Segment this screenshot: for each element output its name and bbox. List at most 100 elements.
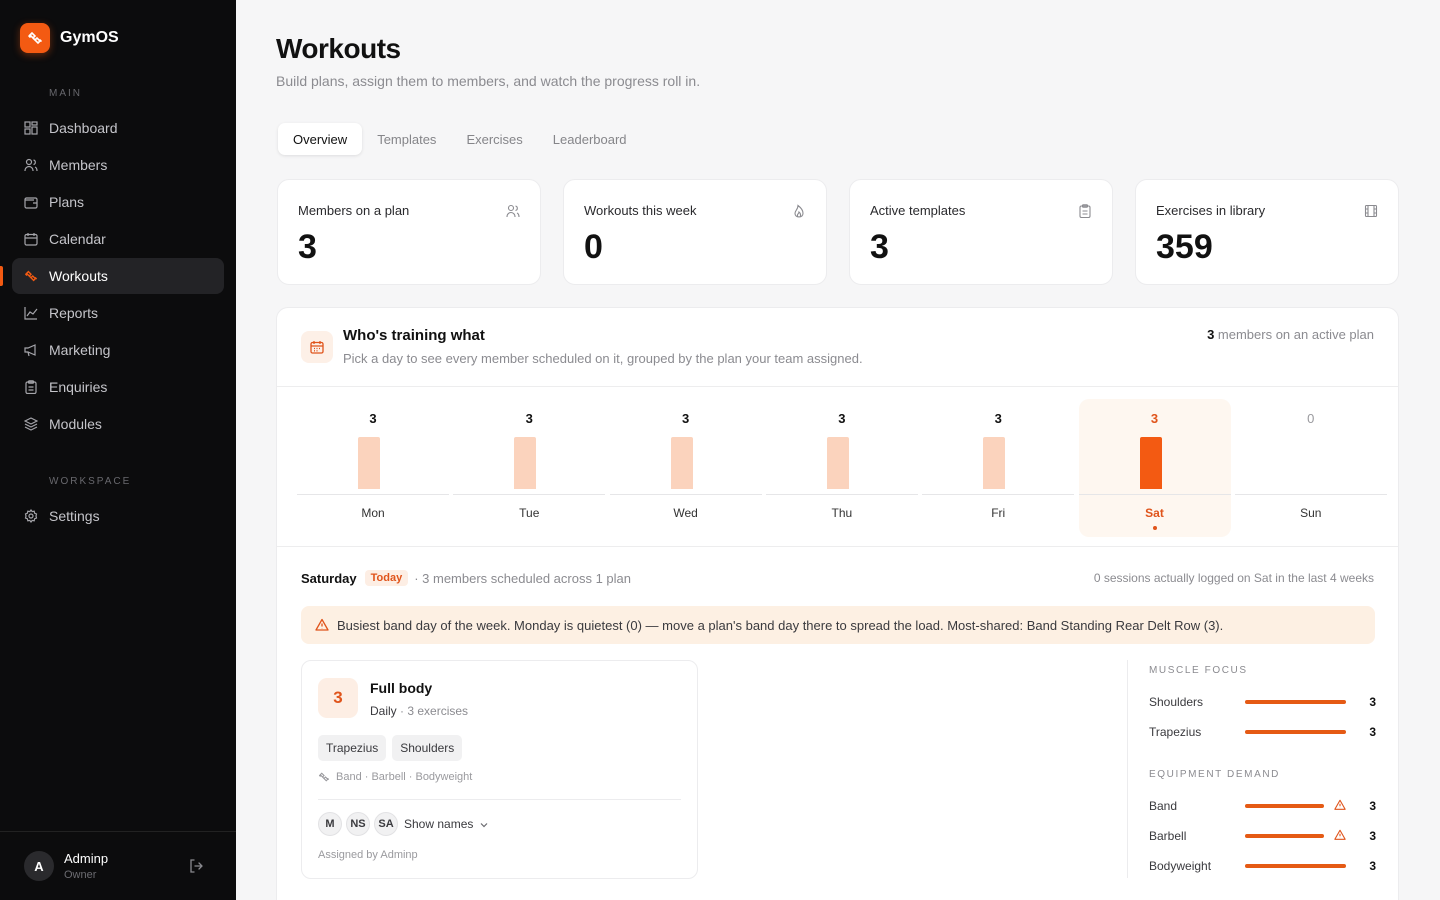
sidebar-item-calendar[interactable]: Calendar xyxy=(12,221,224,257)
chart-line-icon xyxy=(24,306,38,320)
divider xyxy=(318,799,681,800)
layers-icon xyxy=(24,417,38,431)
muscle-focus-title: MUSCLE FOCUS xyxy=(1149,665,1248,676)
divider xyxy=(277,386,1398,387)
metric-value: 3 xyxy=(1369,799,1376,813)
day-bar xyxy=(358,437,380,489)
day-baseline xyxy=(297,494,449,495)
sidebar-item-label: Marketing xyxy=(49,342,111,358)
sidebar-item-settings[interactable]: Settings xyxy=(12,498,224,534)
user-footer: A Adminp Owner xyxy=(0,831,236,900)
muscle-chip: Shoulders xyxy=(392,735,463,761)
sidebar-item-workouts[interactable]: Workouts xyxy=(12,258,224,294)
day-fri[interactable]: 3 Fri xyxy=(922,399,1075,537)
warning-icon xyxy=(1334,829,1346,841)
metric-label: Shoulders xyxy=(1149,695,1204,709)
day-wed[interactable]: 3 Wed xyxy=(609,399,762,537)
metric-row: Band 3 xyxy=(1149,798,1376,814)
stat-value: 359 xyxy=(1156,228,1213,266)
dumbbell-icon xyxy=(24,269,38,283)
metric-value: 3 xyxy=(1369,829,1376,843)
metric-label: Trapezius xyxy=(1149,725,1202,739)
member-avatar[interactable]: M xyxy=(318,812,342,836)
page-title: Workouts xyxy=(276,33,401,64)
day-baseline xyxy=(1078,494,1231,495)
day-count: 3 xyxy=(994,411,1002,426)
sidebar-item-marketing[interactable]: Marketing xyxy=(12,332,224,368)
active-indicator xyxy=(0,266,3,286)
tab-overview[interactable]: Overview xyxy=(278,123,363,155)
plan-equipment: Band · Barbell · Bodyweight xyxy=(318,771,472,783)
day-thu[interactable]: 3 Thu xyxy=(765,399,918,537)
day-label: Fri xyxy=(991,506,1006,520)
day-baseline xyxy=(453,494,606,495)
stat-value: 0 xyxy=(584,228,603,266)
selected-day: Saturday xyxy=(301,570,357,586)
sidebar-item-label: Modules xyxy=(49,416,102,432)
metric-bar xyxy=(1245,864,1346,868)
sessions-note: 0 sessions actually logged on Sat in the… xyxy=(1093,571,1374,585)
muscle-chips: Trapezius Shoulders xyxy=(318,735,468,761)
sidebar-item-dashboard[interactable]: Dashboard xyxy=(12,110,224,146)
sidebar-item-label: Settings xyxy=(49,508,100,524)
member-avatar[interactable]: NS xyxy=(346,812,370,836)
stat-value: 3 xyxy=(870,228,889,266)
day-bar xyxy=(514,437,537,489)
clipboard-icon xyxy=(24,380,38,394)
metric-value: 3 xyxy=(1369,859,1376,873)
sidebar-item-enquiries[interactable]: Enquiries xyxy=(12,369,224,405)
sidebar-item-label: Plans xyxy=(49,194,85,210)
demand-column: MUSCLE FOCUS Shoulders 3 Trapezius 3 EQUIPM… xyxy=(1127,660,1376,878)
metric-label: Band xyxy=(1149,799,1178,813)
stat-value: 3 xyxy=(298,228,317,266)
avatar[interactable]: A xyxy=(24,851,54,881)
nav-section-workspace: WORKSPACE xyxy=(49,476,132,487)
sidebar-item-modules[interactable]: Modules xyxy=(12,406,224,442)
stat-label: Exercises in library xyxy=(1156,203,1266,218)
day-count: 3 xyxy=(525,411,533,426)
sidebar-item-plans[interactable]: Plans xyxy=(12,184,224,220)
show-names-toggle[interactable]: Show names xyxy=(404,817,489,831)
plan-card[interactable]: 3 Full body Daily · 3 exercises Trapeziu… xyxy=(301,660,698,879)
warning-icon xyxy=(1334,799,1346,811)
dumbbell-logo-icon xyxy=(20,23,50,53)
sidebar-item-label: Enquiries xyxy=(49,379,108,395)
sidebar-item-reports[interactable]: Reports xyxy=(12,295,224,331)
warning-icon xyxy=(315,618,329,632)
day-count: 3 xyxy=(369,411,377,426)
tab-templates[interactable]: Templates xyxy=(362,123,451,155)
day-bar xyxy=(983,437,1006,489)
logout-icon[interactable] xyxy=(188,858,204,874)
day-sun[interactable]: 0 Sun xyxy=(1234,399,1387,537)
users-icon xyxy=(24,158,38,172)
day-tue[interactable]: 3 Tue xyxy=(453,399,606,537)
sidebar-item-members[interactable]: Members xyxy=(12,147,224,183)
stat-card-workouts: Workouts this week 0 xyxy=(563,179,827,285)
wallet-icon xyxy=(24,195,38,209)
user-name: Adminp xyxy=(64,851,109,866)
day-baseline xyxy=(922,494,1075,495)
day-bar xyxy=(670,437,693,489)
members-row: M NS SA Show names xyxy=(318,812,489,836)
day-baseline xyxy=(609,494,762,495)
day-sat[interactable]: 3 Sat xyxy=(1078,399,1231,537)
plan-meta: Daily · 3 exercises xyxy=(370,704,468,718)
tab-exercises[interactable]: Exercises xyxy=(451,123,537,155)
day-baseline xyxy=(1234,494,1387,495)
member-avatar[interactable]: SA xyxy=(374,812,398,836)
day-label: Wed xyxy=(673,506,698,520)
load-alert: Busiest band day of the week. Monday is … xyxy=(301,606,1375,644)
metric-bar xyxy=(1245,730,1346,734)
users-icon xyxy=(506,204,520,218)
tab-leaderboard[interactable]: Leaderboard xyxy=(538,123,642,155)
metric-value: 3 xyxy=(1369,695,1376,709)
metric-value: 3 xyxy=(1369,725,1376,739)
sidebar-item-label: Reports xyxy=(49,305,99,321)
training-panel: Who's training what Pick a day to see ev… xyxy=(276,307,1399,900)
flame-icon xyxy=(792,204,806,218)
sidebar-item-label: Calendar xyxy=(49,231,106,247)
brand[interactable]: GymOS xyxy=(20,23,119,53)
day-mon[interactable]: 3 Mon xyxy=(297,399,449,537)
tab-bar: Overview Templates Exercises Leaderboard xyxy=(276,121,644,157)
alert-text: Busiest band day of the week. Monday is … xyxy=(337,617,1224,633)
